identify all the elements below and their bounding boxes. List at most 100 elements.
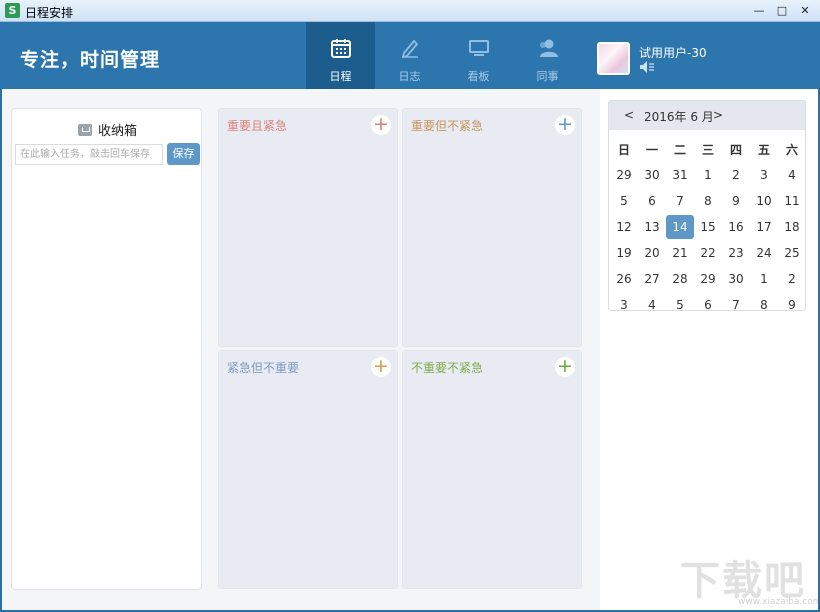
- calendar-weekday: 三: [701, 142, 714, 157]
- add-task-button[interactable]: +: [555, 115, 575, 135]
- quadrant-title: 重要且紧急: [227, 119, 288, 133]
- nav-tab-board[interactable]: 看板: [444, 22, 513, 89]
- window-titlebar: S 日程安排 — □ ✕: [0, 0, 820, 22]
- monitor-icon: [469, 40, 489, 56]
- calendar-day[interactable]: 2: [722, 162, 750, 188]
- calendar-day[interactable]: 11: [778, 188, 806, 214]
- calendar-day[interactable]: 2: [778, 266, 806, 292]
- calendar-day[interactable]: 28: [666, 266, 694, 292]
- calendar-day[interactable]: 9: [778, 292, 806, 318]
- inbox-panel: 收纳箱 保存: [11, 108, 202, 590]
- calendar-day[interactable]: 18: [778, 214, 806, 240]
- calendar-month-label: 2016年 6 月: [644, 110, 714, 124]
- app-slogan: 专注，时间管理: [20, 49, 161, 71]
- add-task-button[interactable]: +: [371, 115, 391, 135]
- calendar-day[interactable]: 26: [610, 266, 638, 292]
- calendar-weekday: 四: [729, 142, 742, 157]
- calendar-week-row: 5 6 7 8 9 10 11: [610, 188, 806, 214]
- nav-tab-schedule[interactable]: 日程: [306, 22, 375, 89]
- calendar-day[interactable]: 21: [666, 240, 694, 266]
- nav-tab-log[interactable]: 日志: [375, 22, 444, 89]
- username[interactable]: 试用用户-30: [639, 44, 707, 61]
- calendar-day[interactable]: 4: [638, 292, 666, 318]
- quadrant-important-urgent[interactable]: 重要且紧急 +: [218, 108, 398, 347]
- calendar-day[interactable]: 8: [750, 292, 778, 318]
- minimize-button[interactable]: —: [748, 2, 770, 19]
- calendar-day[interactable]: 1: [750, 266, 778, 292]
- maximize-button[interactable]: □: [771, 2, 793, 19]
- calendar-day[interactable]: 5: [666, 292, 694, 318]
- calendar-grid: 日一二三四五六 29 30 31 1 2 3 4 5 6 7 8 9 10 11 12 13 14 15 16 17 18…: [610, 136, 806, 318]
- calendar-weekday: 日: [617, 142, 630, 157]
- calendar-day[interactable]: 20: [638, 240, 666, 266]
- plus-icon: +: [557, 113, 573, 135]
- calendar-header: < 2016年 6 月 >: [609, 101, 805, 130]
- calendar-day[interactable]: 3: [610, 292, 638, 318]
- calendar-day[interactable]: 22: [694, 240, 722, 266]
- calendar-day[interactable]: 7: [666, 188, 694, 214]
- calendar-weekday: 二: [673, 142, 686, 157]
- nav-label-board: 看板: [467, 70, 490, 83]
- add-task-button[interactable]: +: [555, 357, 575, 377]
- calendar-weekday: 五: [757, 142, 770, 157]
- calendar-day[interactable]: 10: [750, 188, 778, 214]
- calendar-day[interactable]: 7: [722, 292, 750, 318]
- calendar-weekday-row: 日一二三四五六: [610, 136, 806, 162]
- nav-tab-colleagues[interactable]: 同事: [513, 22, 582, 89]
- quadrant-urgent-not-important[interactable]: 紧急但不重要 +: [218, 350, 398, 589]
- users-icon: [540, 39, 558, 57]
- close-button[interactable]: ✕: [794, 2, 816, 19]
- save-button[interactable]: 保存: [167, 143, 200, 165]
- app-icon: S: [5, 3, 20, 18]
- calendar: < 2016年 6 月 > 日一二三四五六 29 30 31 1 2 3 4 5 6 7 8 9 10 11…: [608, 100, 806, 312]
- plus-icon: +: [557, 355, 573, 377]
- watermark-url: www.xiazaiba.com: [738, 597, 820, 607]
- calendar-day[interactable]: 23: [722, 240, 750, 266]
- calendar-day[interactable]: 25: [778, 240, 806, 266]
- calendar-day[interactable]: 4: [778, 162, 806, 188]
- calendar-day[interactable]: 31: [666, 162, 694, 188]
- calendar-day[interactable]: 29: [694, 266, 722, 292]
- calendar-week-row: 19 20 21 22 23 24 25: [610, 240, 806, 266]
- quadrant-title: 重要但不紧急: [411, 119, 484, 133]
- calendar-day[interactable]: 17: [750, 214, 778, 240]
- calendar-day[interactable]: 8: [694, 188, 722, 214]
- calendar-day[interactable]: 12: [610, 214, 638, 240]
- calendar-day[interactable]: 15: [694, 214, 722, 240]
- calendar-weekday: 六: [785, 142, 798, 157]
- window-title: 日程安排: [25, 6, 74, 20]
- add-task-button[interactable]: +: [371, 357, 391, 377]
- calendar-week-row: 12 13 14 15 16 17 18: [610, 214, 806, 240]
- nav-label-schedule: 日程: [329, 70, 352, 83]
- calendar-day[interactable]: 6: [694, 292, 722, 318]
- inbox-icon: [77, 124, 92, 136]
- calendar-week-row: 26 27 28 29 30 1 2: [610, 266, 806, 292]
- task-input[interactable]: [15, 144, 163, 165]
- calendar-day[interactable]: 13: [638, 214, 666, 240]
- calendar-day[interactable]: 9: [722, 188, 750, 214]
- calendar-day[interactable]: 19: [610, 240, 638, 266]
- prev-month-button[interactable]: <: [624, 108, 634, 122]
- calendar-day[interactable]: 29: [610, 162, 638, 188]
- quadrant-not-important-not-urgent[interactable]: 不重要不紧急 +: [402, 350, 582, 589]
- calendar-day[interactable]: 5: [610, 188, 638, 214]
- inbox-header: 收纳箱: [12, 120, 203, 139]
- calendar-day[interactable]: 27: [638, 266, 666, 292]
- quadrant-title: 不重要不紧急: [411, 361, 484, 375]
- avatar[interactable]: [597, 42, 630, 75]
- calendar-day-today[interactable]: 14: [666, 215, 694, 239]
- calendar-day[interactable]: 30: [638, 162, 666, 188]
- calendar-day[interactable]: 6: [638, 188, 666, 214]
- quadrant-title: 紧急但不重要: [227, 361, 300, 375]
- quadrant-important-not-urgent[interactable]: 重要但不紧急 +: [402, 108, 582, 347]
- next-month-button[interactable]: >: [713, 108, 723, 122]
- calendar-day[interactable]: 16: [722, 214, 750, 240]
- main-area: 收纳箱 保存 重要且紧急 + 重要但不紧急 + 紧急但不重要 + 不重要不紧急 …: [2, 89, 818, 610]
- calendar-day[interactable]: 30: [722, 266, 750, 292]
- calendar-day[interactable]: 24: [750, 240, 778, 266]
- speaker-mute-icon[interactable]: [639, 60, 655, 74]
- calendar-day[interactable]: 3: [750, 162, 778, 188]
- calendar-week-row: 29 30 31 1 2 3 4: [610, 162, 806, 188]
- calendar-day[interactable]: 1: [694, 162, 722, 188]
- nav-label-colleagues: 同事: [536, 70, 559, 83]
